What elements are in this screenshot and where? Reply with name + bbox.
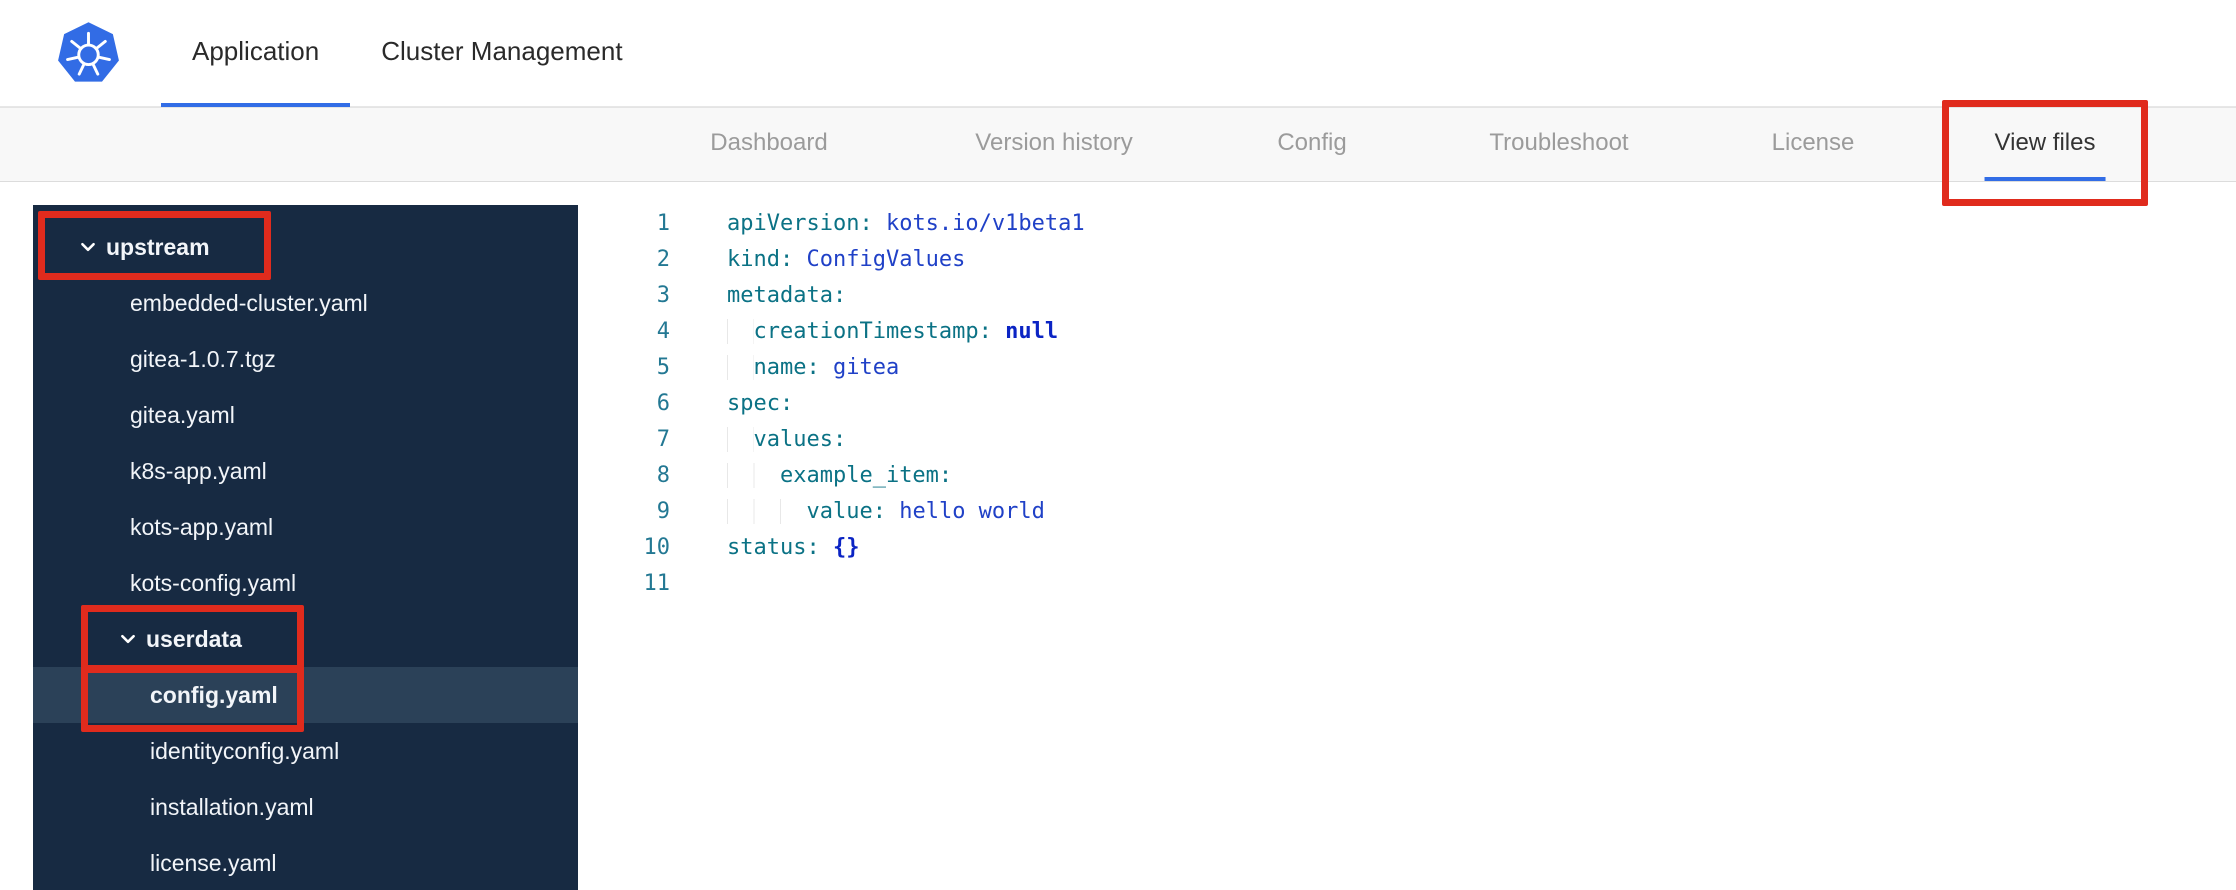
line-number: 3 <box>656 283 670 308</box>
code-editor[interactable]: 1 apiVersion: kots.io/v1beta1 2 kind: Confi… <box>578 182 2236 890</box>
tree-item-label: upstream <box>106 233 210 260</box>
tree-item-label: k8s-app.yaml <box>130 457 267 484</box>
line-number: 9 <box>656 499 670 524</box>
code-text: example_item: <box>670 458 952 494</box>
code-text: spec: <box>727 391 794 416</box>
tree-item-label: gitea.yaml <box>130 401 235 428</box>
line-number: 7 <box>656 427 670 452</box>
tree-item-label: userdata <box>146 625 242 652</box>
subnav: Dashboard Version history Config Troublesho… <box>0 107 2236 182</box>
tree-folder-userdata[interactable]: userdata <box>33 611 578 667</box>
code-text: creationTimestamp: null <box>670 314 1058 350</box>
tree-file-installation-yaml[interactable]: installation.yaml <box>33 779 578 835</box>
tree-file-embedded-cluster-yaml[interactable]: embedded-cluster.yaml <box>33 275 578 331</box>
line-number: 5 <box>656 355 670 380</box>
tree-file-gitea-1-0-7-tgz[interactable]: gitea-1.0.7.tgz <box>33 331 578 387</box>
tree-file-kots-config-yaml[interactable]: kots-config.yaml <box>33 555 578 611</box>
tab-version-history[interactable]: Version history <box>965 108 1142 181</box>
code-line: 11 <box>578 566 2236 602</box>
code-line: 9 value: hello world <box>578 494 2236 530</box>
kots-admin-console: Application Cluster Management Dashboard… <box>0 0 2236 890</box>
tab-config[interactable]: Config <box>1267 108 1356 181</box>
code-line: 3 metadata: <box>578 278 2236 314</box>
code-text: value: hello world <box>670 494 1045 530</box>
line-number: 6 <box>656 391 670 416</box>
code-line: 1 apiVersion: kots.io/v1beta1 <box>578 206 2236 242</box>
chevron-down-icon[interactable] <box>119 630 137 648</box>
line-number: 11 <box>643 571 671 596</box>
code-line: 2 kind: ConfigValues <box>578 242 2236 278</box>
header-tabs: Application Cluster Management <box>161 0 654 107</box>
code-line: 4 creationTimestamp: null <box>578 314 2236 350</box>
tree-folder-upstream[interactable]: upstream <box>33 219 578 275</box>
tree-item-label: identityconfig.yaml <box>150 737 340 764</box>
tree-file-gitea-yaml[interactable]: gitea.yaml <box>33 387 578 443</box>
tree-item-label: installation.yaml <box>150 793 314 820</box>
tab-license[interactable]: License <box>1762 108 1865 181</box>
tab-dashboard[interactable]: Dashboard <box>700 108 837 181</box>
tab-view-files[interactable]: View files <box>1984 108 2106 181</box>
chevron-down-icon[interactable] <box>79 238 97 256</box>
tab-cluster-management[interactable]: Cluster Management <box>350 0 653 107</box>
tree-item-label: kots-config.yaml <box>130 569 297 596</box>
tree-file-k8s-app-yaml[interactable]: k8s-app.yaml <box>33 443 578 499</box>
tab-application[interactable]: Application <box>161 0 351 107</box>
code-text: values: <box>670 422 846 458</box>
kubernetes-logo <box>56 21 121 86</box>
code-text: metadata: <box>727 283 847 308</box>
tree-item-label: kots-app.yaml <box>130 513 274 540</box>
line-number: 4 <box>656 319 670 344</box>
line-number: 1 <box>656 211 670 236</box>
file-tree: upstream embedded-cluster.yaml gitea-1.0.7… <box>33 205 578 890</box>
tree-file-license-yaml[interactable]: license.yaml <box>33 835 578 890</box>
tree-file-kots-app-yaml[interactable]: kots-app.yaml <box>33 499 578 555</box>
line-number: 2 <box>656 247 670 272</box>
tree-file-identityconfig-yaml[interactable]: identityconfig.yaml <box>33 723 578 779</box>
code-text: status: {} <box>727 535 860 560</box>
header: Application Cluster Management <box>0 0 2236 107</box>
tree-item-label: license.yaml <box>150 849 277 876</box>
code-text: apiVersion: kots.io/v1beta1 <box>727 211 1085 236</box>
code-line: 7 values: <box>578 422 2236 458</box>
line-number: 10 <box>643 535 671 560</box>
code-line: 8 example_item: <box>578 458 2236 494</box>
code-text: name: gitea <box>670 350 899 386</box>
code-line: 10 status: {} <box>578 530 2236 566</box>
tree-file-config-yaml[interactable]: config.yaml <box>33 667 578 723</box>
code-text: kind: ConfigValues <box>727 247 966 272</box>
code-line: 5 name: gitea <box>578 350 2236 386</box>
tree-item-label: embedded-cluster.yaml <box>130 289 368 316</box>
code-line: 6 spec: <box>578 386 2236 422</box>
tree-item-label: config.yaml <box>150 681 278 708</box>
tab-troubleshoot[interactable]: Troubleshoot <box>1479 108 1638 181</box>
line-number: 8 <box>656 463 670 488</box>
tree-item-label: gitea-1.0.7.tgz <box>130 345 276 372</box>
